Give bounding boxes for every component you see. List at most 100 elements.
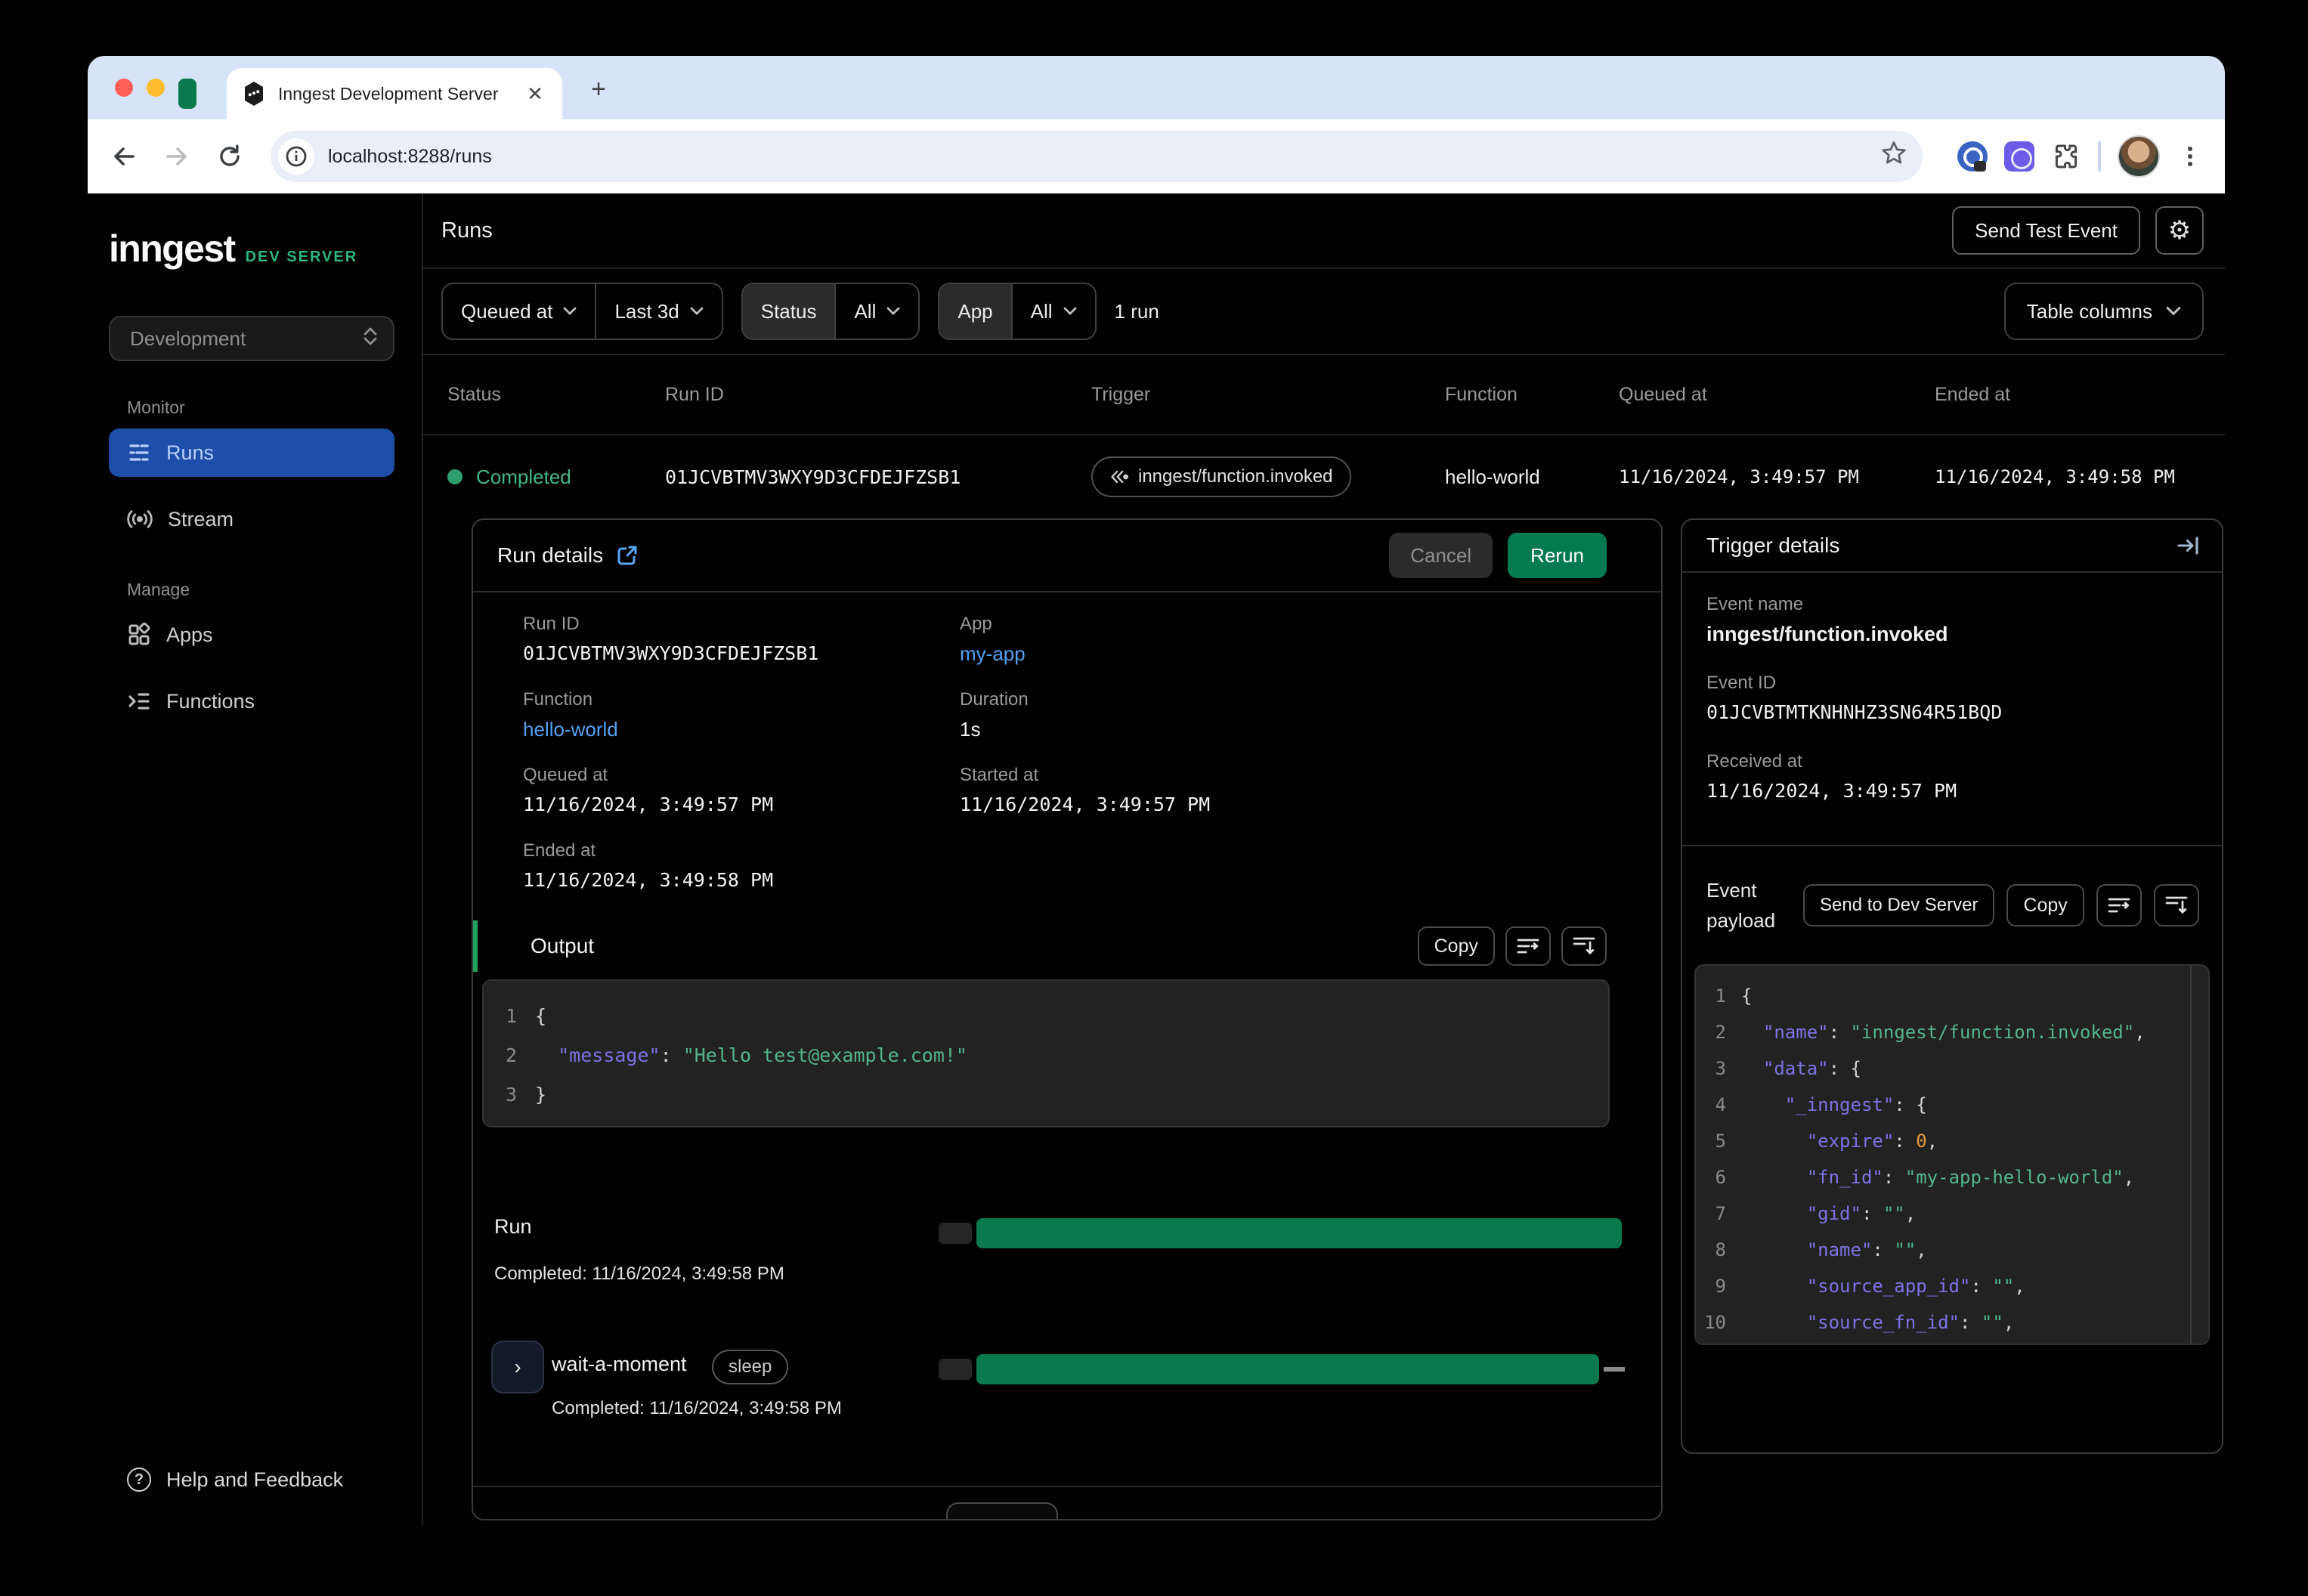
- toolbar-divider: [2098, 141, 2101, 172]
- code-line-4: 4 "_inngest": {: [1715, 1094, 1927, 1115]
- forward-icon[interactable]: [156, 135, 198, 178]
- field-duration-value: 1s: [960, 718, 981, 741]
- traffic-close-button[interactable]: [115, 79, 133, 97]
- sidebar-item-stream[interactable]: Stream: [109, 495, 394, 543]
- status-filter-label: Status: [742, 284, 835, 339]
- collapse-panel-icon[interactable]: [2177, 536, 2201, 555]
- timeline-step-label[interactable]: wait-a-moment: [552, 1353, 687, 1376]
- col-trigger[interactable]: Trigger: [1091, 384, 1445, 406]
- send-to-dev-server-button[interactable]: Send to Dev Server: [1803, 884, 1995, 926]
- event-payload-header: Event payload Send to Dev Server Copy: [1682, 846, 2222, 964]
- field-app-value[interactable]: my-app: [960, 642, 1607, 666]
- runs-icon: [127, 441, 151, 465]
- table-columns-button[interactable]: Table columns: [2003, 283, 2204, 340]
- browser-window: Inngest Development Server ✕ + localhost…: [88, 56, 2225, 1525]
- back-icon[interactable]: [103, 135, 145, 178]
- field-queued-at-value: 11/16/2024, 3:49:57 PM: [523, 793, 774, 815]
- sleep-badge: sleep: [712, 1350, 789, 1384]
- col-ended-at[interactable]: Ended at: [1935, 384, 2225, 406]
- sidebar-item-runs[interactable]: Runs: [109, 428, 394, 477]
- timeline-step-bar[interactable]: [939, 1354, 1625, 1384]
- trigger-details-header: Trigger details: [1682, 520, 2222, 573]
- password-manager-icon[interactable]: [1957, 141, 1988, 172]
- event-payload-code-block[interactable]: 1 { 2 "name": "inngest/function.invoked"…: [1694, 964, 2210, 1345]
- code-line-1: 1 {: [505, 1004, 547, 1027]
- expand-step-chevron[interactable]: ›: [491, 1341, 544, 1393]
- traffic-minimize-button[interactable]: [147, 79, 165, 97]
- extensions-puzzle-icon[interactable]: [2051, 141, 2081, 172]
- field-event-id: Event ID 01JCVBTMTKNHNHZ3SN64R51BQD: [1706, 673, 2198, 751]
- payload-copy-button[interactable]: Copy: [2006, 884, 2084, 926]
- bookmark-star-icon[interactable]: [1880, 140, 1907, 173]
- page-header: Runs Send Test Event ⚙: [423, 193, 2225, 269]
- time-range-dropdown[interactable]: Last 3d: [595, 284, 721, 339]
- event-payload-label: Event payload: [1706, 878, 1776, 932]
- invoke-icon: [1111, 470, 1128, 484]
- bar-end-tick: [1604, 1367, 1625, 1372]
- browser-toolbar: localhost:8288/runs: [88, 119, 2225, 193]
- output-header: Output Copy: [473, 916, 1661, 976]
- tab-title: Inngest Development Server: [278, 83, 499, 104]
- send-test-event-button[interactable]: Send Test Event: [1952, 206, 2140, 255]
- code-line-5: 5 "expire": 0,: [1715, 1130, 1938, 1152]
- cancel-button[interactable]: Cancel: [1389, 533, 1493, 578]
- new-tab-button[interactable]: +: [582, 73, 615, 106]
- rerun-button[interactable]: Rerun: [1508, 533, 1607, 578]
- site-info-icon[interactable]: [278, 138, 314, 175]
- queue-segment: [939, 1359, 972, 1380]
- payload-scroll-bottom-icon[interactable]: [2153, 884, 2199, 926]
- col-run-id[interactable]: Run ID: [665, 384, 1091, 406]
- external-link-icon[interactable]: [617, 545, 638, 566]
- field-event-name-value: inngest/function.invoked: [1706, 623, 1948, 645]
- code-line-1: 1 {: [1715, 985, 1753, 1007]
- apps-icon: [127, 623, 151, 647]
- expand-handle[interactable]: [946, 1502, 1058, 1519]
- word-wrap-icon[interactable]: [1505, 926, 1551, 966]
- run-bar-green: [976, 1218, 1622, 1248]
- select-updown-icon: [363, 326, 378, 352]
- functions-icon: [127, 689, 151, 713]
- col-queued-at[interactable]: Queued at: [1619, 384, 1935, 406]
- run-details-title: Run details: [497, 543, 604, 567]
- environment-select[interactable]: Development: [109, 316, 394, 361]
- inngest-app: inngest DEV SERVER Development Monitor R…: [88, 193, 2225, 1525]
- field-run-id-value: 01JCVBTMV3WXY9D3CFDEJFZSB1: [523, 642, 819, 664]
- field-ended-at: Ended at 11/16/2024, 3:49:58 PM: [523, 840, 960, 916]
- scroll-to-bottom-icon[interactable]: [1561, 926, 1607, 966]
- timeline-run-bar[interactable]: [939, 1218, 1622, 1248]
- address-bar[interactable]: localhost:8288/runs: [271, 131, 1923, 182]
- table-header: Status Run ID Trigger Function Queued at…: [423, 355, 2225, 435]
- inngest-favicon: [245, 82, 263, 106]
- profile-avatar[interactable]: [2118, 135, 2160, 178]
- reload-icon[interactable]: [209, 135, 251, 178]
- queued-at-dropdown[interactable]: Queued at: [443, 284, 595, 339]
- output-code-block[interactable]: 1 { 2 "message": "Hello test@example.com…: [482, 979, 1610, 1127]
- trigger-details-fields: Event name inngest/function.invoked Even…: [1682, 573, 2222, 830]
- extension-app-icon[interactable]: [2004, 141, 2034, 172]
- status-filter-dropdown[interactable]: All: [834, 284, 918, 339]
- trigger-event-pill[interactable]: inngest/function.invoked: [1091, 456, 1351, 497]
- sidebar-item-apps[interactable]: Apps: [109, 611, 394, 659]
- browser-menu-icon[interactable]: [2177, 143, 2204, 170]
- payload-word-wrap-icon[interactable]: [2096, 884, 2142, 926]
- run-status-cell: Completed: [447, 466, 665, 489]
- col-function[interactable]: Function: [1445, 384, 1619, 406]
- status-dot-icon: [447, 469, 463, 484]
- run-count: 1 run: [1114, 299, 1159, 323]
- function-cell: hello-world: [1445, 465, 1540, 488]
- tab-close-icon[interactable]: ✕: [523, 82, 547, 106]
- settings-gear-icon[interactable]: ⚙: [2155, 206, 2204, 255]
- col-status[interactable]: Status: [447, 384, 665, 406]
- field-function-value[interactable]: hello-world: [523, 718, 960, 741]
- sidebar-item-functions[interactable]: Functions: [109, 677, 394, 725]
- help-and-feedback[interactable]: ? Help and Feedback: [88, 1468, 422, 1525]
- field-duration: Duration 1s: [960, 689, 1607, 765]
- app-filter-dropdown[interactable]: All: [1010, 284, 1095, 339]
- code-line-9: 9 "source_app_id": "",: [1715, 1276, 2025, 1297]
- table-row[interactable]: Completed 01JCVBTMV3WXY9D3CFDEJFZSB1 inn…: [423, 435, 2225, 518]
- timeline-run-label[interactable]: Run: [494, 1215, 532, 1239]
- traffic-zoom-button[interactable]: [178, 79, 196, 109]
- browser-tab[interactable]: Inngest Development Server ✕: [227, 68, 562, 119]
- sidebar-sections: Monitor Runs Stream Manage Apps Function…: [88, 361, 422, 744]
- output-copy-button[interactable]: Copy: [1417, 926, 1495, 966]
